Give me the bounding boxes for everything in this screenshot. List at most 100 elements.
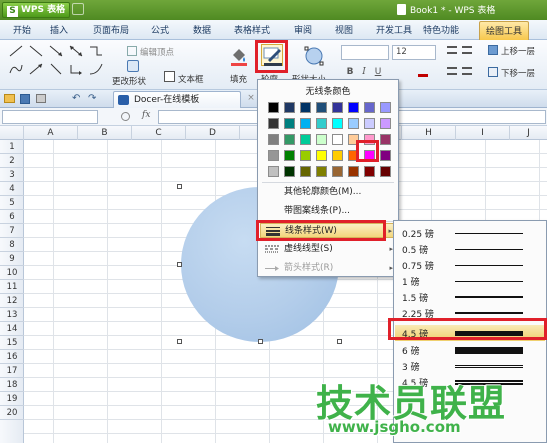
color-swatch[interactable] (380, 118, 391, 129)
tab-insert[interactable]: 插入 (50, 23, 68, 36)
arrow-shape-icon[interactable] (28, 62, 44, 76)
italic-button[interactable]: I (357, 66, 371, 79)
column-header[interactable]: D (186, 126, 240, 140)
name-box[interactable] (2, 110, 98, 124)
color-swatch[interactable] (268, 166, 279, 177)
underline-button[interactable]: U (371, 66, 385, 79)
tab-formula[interactable]: 公式 (151, 23, 169, 36)
color-swatch[interactable] (332, 150, 343, 161)
tab-developer[interactable]: 开发工具 (376, 23, 412, 36)
line-weight-option[interactable]: 0.25 磅 (395, 225, 545, 241)
fill-label[interactable]: 填充 (230, 73, 247, 85)
resize-handle[interactable] (337, 339, 342, 344)
zoom-icon[interactable] (121, 112, 130, 121)
pattern-line-item[interactable]: 带图案线条(P)... (260, 204, 397, 219)
open-folder-icon[interactable] (4, 94, 15, 103)
tab-home[interactable]: 开始 (13, 23, 31, 36)
change-shape-label[interactable]: 更改形状 (112, 75, 146, 87)
row-header[interactable]: 13 (0, 308, 24, 322)
column-header[interactable]: B (78, 126, 132, 140)
line-weight-option[interactable]: 1 磅 (395, 273, 545, 289)
color-swatch[interactable] (316, 118, 327, 129)
color-swatch[interactable] (332, 166, 343, 177)
color-swatch[interactable] (316, 166, 327, 177)
resize-handle[interactable] (177, 339, 182, 344)
send-backward-icon[interactable] (488, 67, 498, 77)
color-swatch[interactable] (380, 150, 391, 161)
line-weight-option[interactable]: 0.5 磅 (395, 241, 545, 257)
color-swatch[interactable] (300, 150, 311, 161)
fill-bucket-icon[interactable] (227, 44, 249, 66)
more-outline-colors-item[interactable]: 其他轮廓颜色(M)... (260, 185, 397, 200)
color-swatch[interactable] (300, 134, 311, 145)
bring-forward-label[interactable]: 上移一层 (501, 45, 535, 57)
row-header[interactable]: 20 (0, 406, 24, 420)
row-header[interactable]: 12 (0, 294, 24, 308)
row-header[interactable]: 16 (0, 350, 24, 364)
app-menu-button[interactable]: S WPS 表格 (2, 2, 71, 18)
arrow-shape-icon[interactable] (48, 44, 64, 58)
row-header[interactable]: 1 (0, 140, 24, 154)
line-weight-option[interactable]: 0.75 磅 (395, 257, 545, 273)
color-swatch[interactable] (268, 150, 279, 161)
redo-icon[interactable]: ↷ (88, 93, 96, 104)
color-swatch[interactable] (284, 150, 295, 161)
column-header[interactable]: C (132, 126, 186, 140)
double-arrow-shape-icon[interactable] (68, 44, 84, 58)
shape-size-icon[interactable] (302, 44, 324, 66)
color-swatch[interactable] (284, 118, 295, 129)
color-swatch[interactable] (316, 134, 327, 145)
text-box-icon[interactable] (164, 71, 175, 82)
color-swatch[interactable] (300, 102, 311, 113)
tab-view[interactable]: 视图 (335, 23, 353, 36)
bold-button[interactable]: B (343, 66, 357, 79)
row-header[interactable]: 11 (0, 280, 24, 294)
tab-table-style[interactable]: 表格样式 (234, 23, 270, 36)
line-shape-icon[interactable] (28, 44, 44, 58)
column-header[interactable]: H (402, 126, 456, 140)
bring-forward-icon[interactable] (488, 45, 498, 55)
save-icon[interactable] (72, 3, 84, 15)
curve-shape-icon[interactable] (88, 62, 104, 76)
select-all-corner[interactable] (0, 126, 24, 140)
fx-icon[interactable]: fx (142, 110, 150, 120)
color-swatch[interactable] (364, 118, 375, 129)
color-swatch[interactable] (364, 102, 375, 113)
color-swatch[interactable] (284, 166, 295, 177)
tab-drawing-tools[interactable]: 绘图工具 (479, 21, 530, 40)
color-swatch[interactable] (300, 118, 311, 129)
row-header[interactable]: 8 (0, 238, 24, 252)
dash-style-item[interactable]: 虚线线型(S) ▸ (260, 242, 397, 257)
line-weight-option[interactable]: 1.5 磅 (395, 289, 545, 305)
elbow-connector-icon[interactable] (88, 44, 104, 58)
color-swatch[interactable] (284, 134, 295, 145)
tab-data[interactable]: 数据 (193, 23, 211, 36)
align-center-icon[interactable] (462, 46, 472, 54)
color-swatch[interactable] (332, 134, 343, 145)
color-swatch[interactable] (380, 134, 391, 145)
elbow-arrow-icon[interactable] (68, 62, 84, 76)
line-weight-option[interactable]: 6 磅 (395, 342, 545, 358)
align-right-icon[interactable] (447, 67, 457, 75)
color-swatch[interactable] (284, 102, 295, 113)
no-line-color-option[interactable]: 无线条颜色 (258, 84, 398, 97)
resize-handle[interactable] (177, 184, 182, 189)
row-header[interactable]: 3 (0, 168, 24, 182)
line-shape-icon[interactable] (8, 44, 24, 58)
align-left-icon[interactable] (447, 46, 457, 54)
color-swatch[interactable] (332, 102, 343, 113)
color-swatch[interactable] (332, 118, 343, 129)
color-swatch[interactable] (380, 166, 391, 177)
color-swatch[interactable] (316, 150, 327, 161)
undo-icon[interactable]: ↶ (72, 93, 80, 104)
justify-icon[interactable] (462, 67, 472, 75)
resize-handle[interactable] (258, 339, 263, 344)
color-swatch[interactable] (348, 118, 359, 129)
color-swatch[interactable] (364, 166, 375, 177)
tab-special-features[interactable]: 特色功能 (423, 23, 459, 36)
column-header[interactable]: J (510, 126, 547, 140)
row-header[interactable]: 6 (0, 210, 24, 224)
save-icon[interactable] (20, 94, 30, 104)
line-shape-icon[interactable] (48, 62, 64, 76)
tab-page-layout[interactable]: 页面布局 (93, 23, 129, 36)
